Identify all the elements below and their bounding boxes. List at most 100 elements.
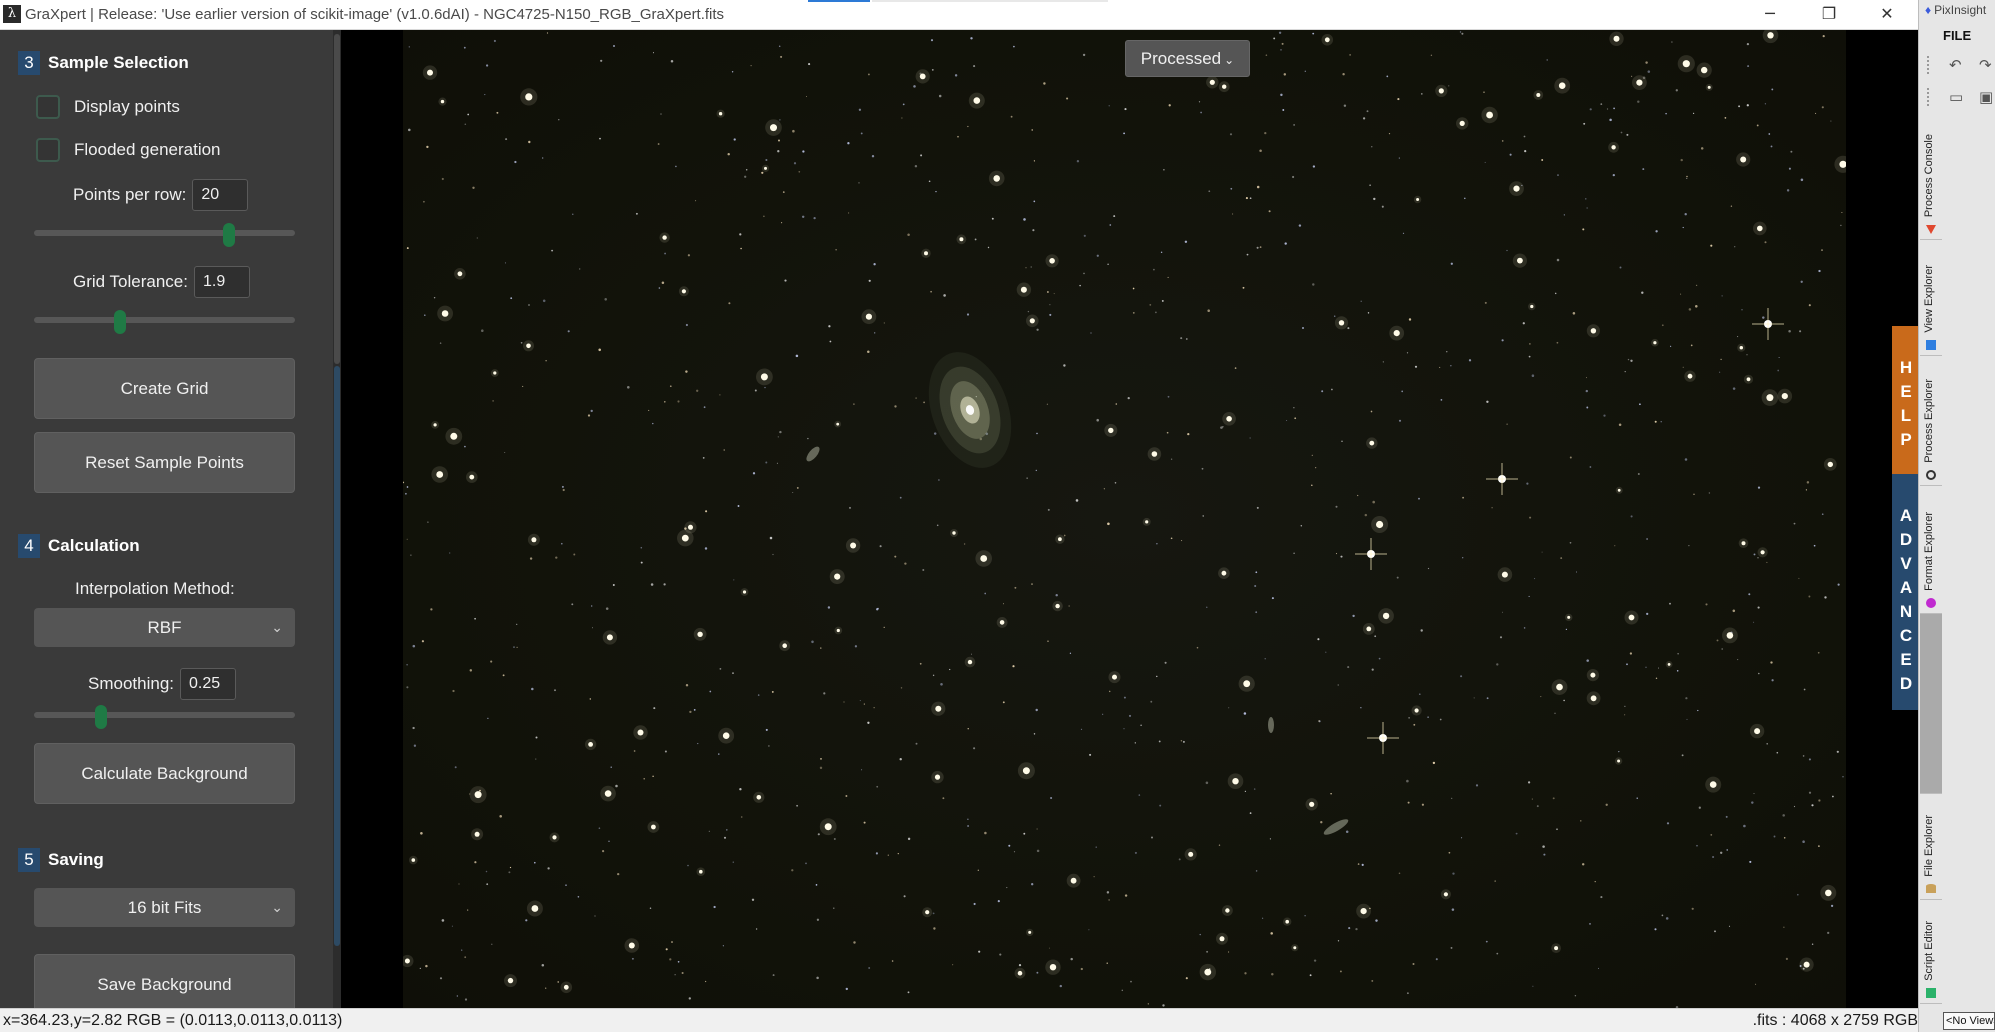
graxpert-app-icon: λ — [3, 5, 21, 23]
flooded-generation-row[interactable]: Flooded generation — [36, 137, 221, 163]
status-bar: x=364.23,y=2.82 RGB = (0.0113,0.0113,0.0… — [0, 1008, 1918, 1032]
minimize-button[interactable]: ─ — [1741, 0, 1799, 30]
image-info: .fits : 4068 x 2759 RGB — [1752, 1012, 1918, 1029]
pixinsight-sidebar: ♦ PixInsight FILE ↶ ↷ ▭ ▣ Process Console… — [1918, 0, 1995, 1032]
points-per-row-input[interactable]: 20 — [192, 179, 249, 211]
process-console-icon — [1926, 225, 1936, 234]
tab-label: View Explorer — [1923, 265, 1935, 333]
grid-tolerance-field: Grid Tolerance: 1.9 — [73, 265, 250, 299]
toolbar-grip[interactable] — [1927, 88, 1931, 106]
tab-label: Format Explorer — [1923, 512, 1935, 591]
interpolation-method-select[interactable]: RBF ⌄ — [34, 608, 295, 647]
view-selector[interactable]: <No View> — [1943, 1012, 1995, 1030]
pixinsight-logo: ♦ PixInsight — [1925, 3, 1986, 17]
flooded-generation-label: Flooded generation — [74, 140, 221, 159]
chevron-down-icon: ⌄ — [1224, 53, 1235, 67]
view-mode-value: Processed — [1140, 49, 1222, 68]
sidebar-empty-region — [1920, 614, 1942, 794]
section-title: Saving — [48, 850, 104, 869]
points-per-row-label: Points per row: — [73, 185, 187, 204]
maximize-button[interactable]: ❐ — [1800, 0, 1858, 30]
flooded-generation-checkbox[interactable] — [36, 138, 60, 162]
view-mode-select[interactable]: Processed ⌄ — [1125, 40, 1250, 77]
help-tab-letter: H — [1899, 358, 1913, 377]
tab-view-explorer[interactable]: View Explorer — [1920, 240, 1942, 356]
tab-format-explorer[interactable]: Format Explorer — [1920, 486, 1942, 614]
smoothing-field: Smoothing: 0.25 — [88, 667, 236, 701]
display-points-row[interactable]: Display points — [36, 94, 180, 120]
database-icon — [1926, 884, 1936, 893]
chevron-down-icon: ⌄ — [271, 619, 283, 635]
left-panel-scrollbar[interactable] — [333, 30, 341, 1008]
points-per-row-slider[interactable] — [34, 223, 295, 247]
taskbar-accent — [808, 0, 870, 2]
help-tab-letter: L — [1900, 406, 1912, 425]
section-sample-selection: 3 Sample Selection — [18, 50, 189, 76]
scrollbar-thumb[interactable] — [334, 366, 340, 946]
slider-handle[interactable] — [114, 310, 126, 334]
redo-icon[interactable]: ↷ — [1979, 56, 1992, 74]
tab-process-console[interactable]: Process Console — [1920, 118, 1942, 240]
astro-image[interactable] — [403, 30, 1846, 1008]
slider-track — [34, 230, 295, 236]
chevron-down-icon: ⌄ — [271, 899, 283, 915]
interpolation-method-label: Interpolation Method: — [75, 579, 235, 598]
slider-track — [34, 317, 295, 323]
advanced-tab-letter: D — [1899, 530, 1913, 549]
create-grid-button[interactable]: Create Grid — [34, 358, 295, 419]
monitor-icon[interactable]: ▭ — [1949, 88, 1963, 106]
help-tab-letter: E — [1900, 382, 1912, 401]
advanced-tab-letter: A — [1899, 578, 1913, 597]
advanced-tab[interactable]: ADVANCED — [1892, 474, 1920, 710]
grid-tolerance-slider[interactable] — [34, 310, 295, 334]
tab-script-editor[interactable]: Script Editor — [1920, 900, 1942, 1004]
save-format-value: 16 bit Fits — [127, 898, 202, 917]
title-bar: λ GraXpert | Release: 'Use earlier versi… — [0, 0, 1918, 30]
view-explorer-icon — [1926, 340, 1936, 350]
tab-label: Process Console — [1923, 133, 1935, 217]
help-tab[interactable]: HELP — [1892, 326, 1920, 474]
section-saving: 5 Saving — [18, 847, 104, 873]
window-title: GraXpert | Release: 'Use earlier version… — [25, 6, 725, 23]
smoothing-label: Smoothing: — [88, 674, 174, 693]
tab-label: Process Explorer — [1923, 379, 1935, 463]
help-tab-letter: P — [1900, 430, 1912, 449]
gear-icon — [1926, 470, 1936, 480]
close-button[interactable]: ✕ — [1858, 0, 1916, 30]
save-format-select[interactable]: 16 bit Fits ⌄ — [34, 888, 295, 927]
pixinsight-logo-text: PixInsight — [1934, 3, 1987, 17]
slider-handle[interactable] — [95, 705, 107, 729]
format-explorer-icon — [1926, 598, 1936, 608]
image-canvas[interactable]: Processed ⌄ — [341, 30, 1918, 1008]
left-control-panel: 3 Sample Selection Display points Floode… — [0, 30, 333, 1015]
file-menu[interactable]: FILE — [1943, 28, 1971, 43]
tab-label: Script Editor — [1923, 921, 1935, 981]
save-background-button[interactable]: Save Background — [34, 954, 295, 1015]
grid-tolerance-input[interactable]: 1.9 — [193, 266, 250, 298]
advanced-tab-letter: D — [1899, 674, 1913, 693]
script-editor-icon — [1926, 988, 1936, 998]
section-number-badge: 3 — [18, 51, 40, 75]
toolbar-grip[interactable] — [1927, 56, 1931, 74]
advanced-tab-letter: A — [1899, 506, 1913, 525]
section-title: Calculation — [48, 536, 140, 555]
tab-process-explorer[interactable]: Process Explorer — [1920, 356, 1942, 486]
display-points-checkbox[interactable] — [36, 95, 60, 119]
taskbar-accent-secondary — [872, 0, 1108, 2]
tab-label: File Explorer — [1923, 815, 1935, 877]
section-title: Sample Selection — [48, 53, 189, 72]
scrollbar-track-upper — [334, 34, 340, 364]
calculate-background-button[interactable]: Calculate Background — [34, 743, 295, 804]
interpolation-method-value: RBF — [147, 618, 182, 637]
tab-file-explorer[interactable]: File Explorer — [1920, 794, 1942, 900]
screen-capture-icon[interactable]: ▣ — [1979, 88, 1993, 106]
advanced-tab-letter: C — [1899, 626, 1913, 645]
grid-tolerance-label: Grid Tolerance: — [73, 272, 188, 291]
slider-handle[interactable] — [223, 223, 235, 247]
advanced-tab-letter: E — [1900, 650, 1912, 669]
section-number-badge: 4 — [18, 534, 40, 558]
smoothing-input[interactable]: 0.25 — [180, 668, 236, 700]
smoothing-slider[interactable] — [34, 705, 295, 729]
undo-icon[interactable]: ↶ — [1949, 56, 1962, 74]
reset-sample-points-button[interactable]: Reset Sample Points — [34, 432, 295, 493]
